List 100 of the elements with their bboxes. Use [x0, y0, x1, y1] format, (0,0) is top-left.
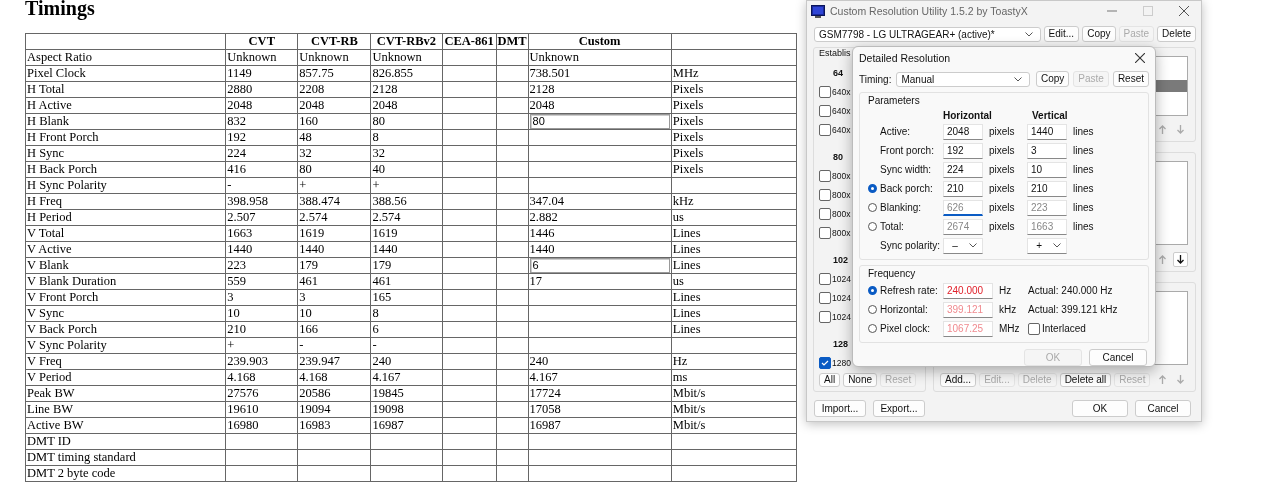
- table-cell: 559: [225, 273, 298, 290]
- timing-button[interactable]: Copy: [1035, 71, 1070, 87]
- radio-button[interactable]: [868, 222, 877, 231]
- input-field[interactable]: 10: [1027, 161, 1067, 178]
- checkbox-label: 640x: [832, 124, 851, 135]
- checkbox[interactable]: [819, 291, 831, 304]
- selection-button[interactable]: None: [843, 373, 878, 387]
- table-cell: 6: [370, 321, 442, 338]
- input-field[interactable]: 192: [943, 142, 983, 159]
- down-arrow-icon: [1177, 125, 1184, 134]
- parameter-label: Total:: [880, 221, 905, 232]
- file-button[interactable]: Import...: [814, 400, 866, 417]
- table-cell: 8: [370, 305, 442, 322]
- table-cell: 27576: [225, 385, 298, 402]
- column-header: CVT-RB: [311, 34, 358, 48]
- selection-button[interactable]: All: [819, 373, 841, 387]
- group-heading: 102: [833, 254, 849, 266]
- table-cell: 857.75: [297, 65, 371, 82]
- dialog-button[interactable]: Cancel: [1135, 400, 1191, 417]
- parameter-label: Sync width:: [880, 164, 933, 175]
- column-header: Horizontal: [943, 109, 993, 121]
- display-dropdown[interactable]: GSM7798 - LG ULTRAGEAR+ (active)*: [814, 26, 1041, 42]
- up-arrow-icon: [1159, 375, 1166, 384]
- toolbar-button[interactable]: Delete: [1157, 26, 1196, 42]
- table-cell: 2048: [297, 97, 371, 114]
- row-label: H Sync: [25, 145, 226, 162]
- table-cell: 10: [225, 305, 298, 322]
- unit-cell: Lines: [671, 289, 797, 306]
- custom-input-field[interactable]: 80: [529, 114, 670, 129]
- toolbar-button[interactable]: Copy: [1082, 26, 1116, 42]
- checkbox[interactable]: [819, 272, 831, 285]
- checkbox[interactable]: [819, 226, 831, 239]
- row-label: V Back Porch: [25, 321, 226, 338]
- toolbar-button[interactable]: Edit...: [1043, 26, 1080, 42]
- input-field[interactable]: 2048: [943, 123, 983, 140]
- unit-label: pixels: [988, 126, 1016, 137]
- table-cell: 16987: [370, 417, 442, 434]
- checkbox[interactable]: [819, 310, 831, 323]
- unit-cell: kHz: [671, 193, 797, 210]
- parameter-label: Blanking:: [880, 202, 923, 213]
- row-label: DMT 2 byte code: [25, 465, 226, 482]
- row-label: V Blank: [25, 257, 226, 274]
- table-cell: +: [297, 177, 371, 194]
- table-cell: 3: [297, 289, 371, 306]
- polarity-dropdown[interactable]: –: [943, 237, 983, 254]
- dialog-button[interactable]: OK: [1072, 400, 1128, 417]
- checkbox[interactable]: [819, 104, 831, 117]
- actual-value: Actual: 399.121 kHz: [1028, 304, 1118, 315]
- dialog-title: Detailed Resolution: [859, 52, 951, 64]
- checkbox[interactable]: [819, 207, 831, 220]
- radio-button[interactable]: [868, 203, 877, 212]
- checkbox[interactable]: [819, 356, 831, 369]
- unit-label: Hz: [998, 285, 1013, 296]
- table-cell: +: [370, 177, 442, 194]
- group-heading: 80: [833, 151, 843, 163]
- checkbox-label: 1024: [832, 273, 851, 284]
- input-field[interactable]: 3: [1027, 142, 1067, 159]
- unit-cell: MHz: [671, 65, 797, 82]
- polarity-dropdown[interactable]: +: [1027, 237, 1067, 254]
- input-field[interactable]: 210: [1027, 180, 1067, 197]
- timing-dropdown[interactable]: Manual: [896, 71, 1030, 87]
- row-label: Line BW: [25, 401, 226, 418]
- row-label: Aspect Ratio: [25, 49, 226, 66]
- file-button[interactable]: Export...: [873, 400, 925, 417]
- table-cell: 832: [225, 113, 298, 130]
- row-label: V Front Porch: [25, 289, 226, 306]
- input-field[interactable]: 210: [943, 180, 983, 197]
- checkbox[interactable]: [819, 85, 831, 98]
- radio-button[interactable]: [868, 184, 877, 193]
- table-cell: 4.167: [370, 369, 442, 386]
- list-action-button[interactable]: Add...: [940, 372, 977, 387]
- input-field[interactable]: 224: [943, 161, 983, 178]
- table-cell: -: [225, 177, 298, 194]
- input-field[interactable]: 1440: [1027, 123, 1067, 140]
- input-field[interactable]: 240.000: [943, 282, 993, 299]
- close-icon[interactable]: [1135, 53, 1145, 63]
- unit-label: pixels: [988, 183, 1016, 194]
- table-cell: 1446: [528, 225, 672, 242]
- custom-input-field[interactable]: 6: [529, 258, 670, 273]
- checkbox[interactable]: [819, 188, 831, 201]
- table-cell: +: [225, 337, 298, 354]
- frequency-label: Pixel clock:: [880, 323, 931, 334]
- table-cell: 1440: [225, 241, 298, 258]
- checkbox-label: 800x: [832, 208, 851, 219]
- list-action-button[interactable]: Delete all: [1059, 372, 1112, 387]
- table-cell: 239.947: [297, 353, 371, 370]
- move-down-button[interactable]: [1173, 252, 1188, 267]
- timing-button[interactable]: Reset: [1112, 71, 1149, 87]
- table-cell: 2048: [225, 97, 298, 114]
- radio-button[interactable]: [868, 286, 877, 295]
- actual-value: Actual: 240.000 Hz: [1028, 285, 1113, 296]
- checkbox[interactable]: [819, 169, 831, 182]
- unit-cell: Lines: [671, 321, 797, 338]
- close-icon[interactable]: [1179, 6, 1189, 16]
- group-heading: 64: [833, 67, 843, 79]
- row-label: DMT ID: [25, 433, 226, 450]
- maximize-icon: [1143, 6, 1153, 16]
- checkbox[interactable]: [819, 123, 831, 136]
- table-cell: 224: [225, 145, 298, 162]
- dialog-button[interactable]: Cancel: [1089, 349, 1147, 366]
